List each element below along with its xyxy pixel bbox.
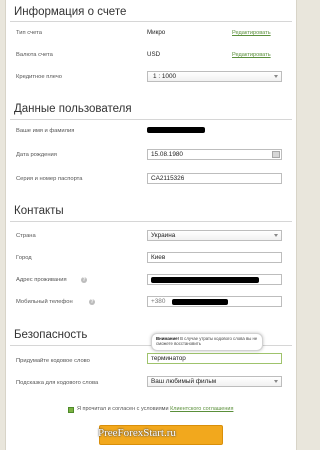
- section-divider: [10, 119, 292, 120]
- birth-date-label: Дата рождения: [16, 152, 57, 158]
- calendar-icon[interactable]: [272, 151, 280, 158]
- account-type-value: Микро: [147, 29, 166, 36]
- edit-currency-link[interactable]: Редактировать: [232, 52, 271, 58]
- currency-value: USD: [147, 51, 161, 58]
- hint-value: Ваш любимый фильм: [151, 378, 217, 385]
- country-select[interactable]: Украина: [147, 230, 282, 241]
- birth-date-input[interactable]: 15.08.1980: [147, 149, 282, 160]
- tooltip-heading: Внимание!: [156, 336, 179, 341]
- section-divider: [10, 221, 292, 222]
- city-value: Киев: [151, 254, 166, 261]
- passport-value: CA2115326: [151, 175, 185, 182]
- country-label: Страна: [16, 233, 36, 239]
- city-input[interactable]: Киев: [147, 252, 282, 263]
- redacted-address: [151, 277, 259, 283]
- phone-prefix: +380: [151, 298, 166, 305]
- personal-section-title: Данные пользователя: [14, 103, 132, 115]
- address-input[interactable]: [147, 274, 282, 285]
- phone-label: Мобильный телефон: [16, 299, 73, 305]
- info-icon[interactable]: ?: [81, 277, 87, 283]
- edit-account-type-link[interactable]: Редактировать: [232, 30, 271, 36]
- currency-label: Валюта счета: [16, 52, 53, 58]
- section-divider: [10, 21, 292, 22]
- agreement-link[interactable]: Клиентского соглашения: [170, 406, 233, 412]
- hint-label: Подсказка для кодового слова: [16, 380, 99, 386]
- agreement-text: Я прочитал и согласен с условиями Клиент…: [77, 406, 233, 412]
- registration-panel: Информация о счете Тип счета Микро Редак…: [5, 0, 297, 450]
- contacts-section-title: Контакты: [14, 205, 64, 217]
- codeword-tooltip: Внимание! В случае утраты кодового слова…: [151, 333, 263, 351]
- leverage-label: Кредитное плечо: [16, 74, 63, 80]
- birth-date-value: 15.08.1980: [151, 151, 183, 158]
- codeword-input[interactable]: терминатор: [147, 353, 282, 364]
- leverage-select-value: 1 : 1000: [153, 73, 177, 80]
- account-type-label: Тип счета: [16, 30, 42, 36]
- watermark-text: PreeForexStart.ru: [98, 427, 176, 439]
- agreement-checkbox[interactable]: [68, 407, 74, 413]
- country-value: Украина: [151, 232, 176, 239]
- redacted-phone: [172, 299, 228, 305]
- agreement-label: Я прочитал и согласен с условиями: [77, 406, 169, 412]
- full-name-label: Ваше имя и фамилия: [16, 128, 75, 134]
- codeword-value: терминатор: [151, 355, 186, 362]
- info-icon[interactable]: ?: [89, 299, 95, 305]
- address-label: Адрес проживания: [16, 277, 67, 283]
- passport-label: Серия и номер паспорта: [16, 176, 83, 182]
- chevron-down-icon: [274, 234, 278, 237]
- redacted-name: [147, 127, 205, 133]
- passport-input[interactable]: CA2115326: [147, 173, 282, 184]
- security-section-title: Безопасность: [14, 329, 88, 341]
- chevron-down-icon: [274, 380, 278, 383]
- city-label: Город: [16, 255, 32, 261]
- codeword-label: Придумайте кодовое слово: [16, 358, 90, 364]
- phone-input[interactable]: +380: [147, 296, 282, 307]
- account-section-title: Информация о счете: [14, 6, 127, 18]
- hint-select[interactable]: Ваш любимый фильм: [147, 376, 282, 387]
- chevron-down-icon: [274, 75, 278, 78]
- leverage-select[interactable]: 1 : 1000: [147, 71, 282, 82]
